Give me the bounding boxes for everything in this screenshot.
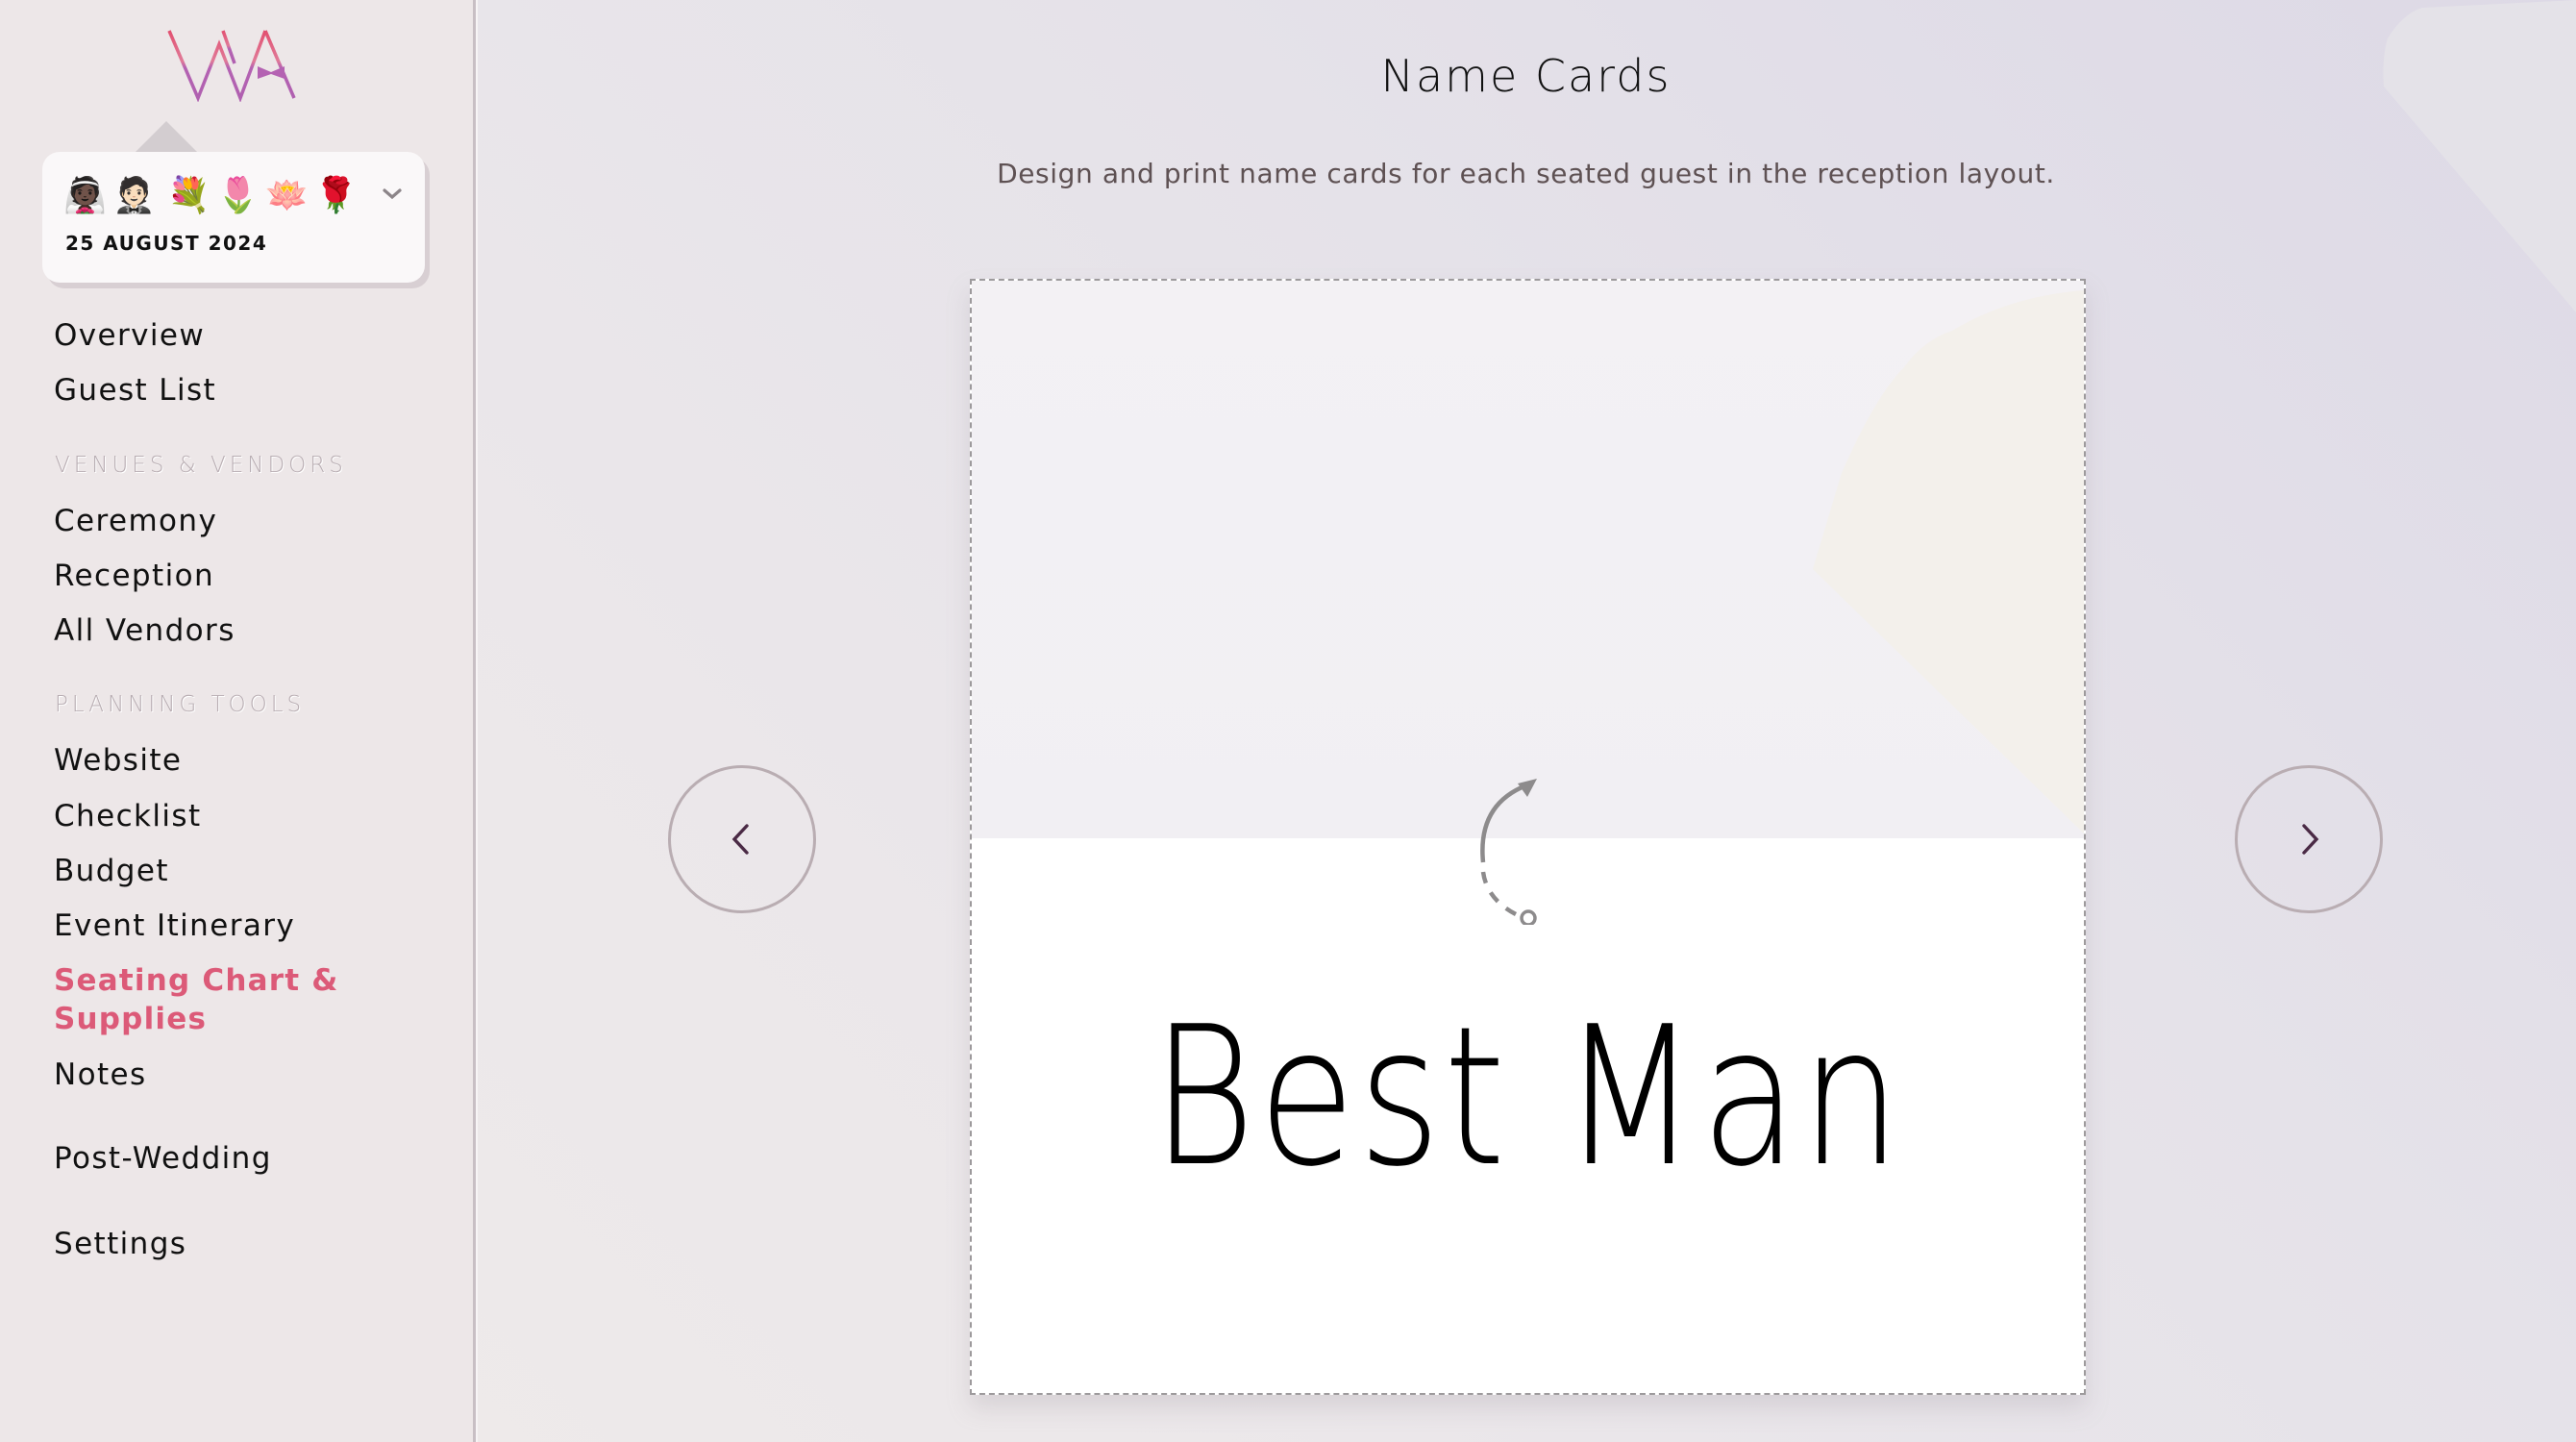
sidebar-section-planning-tools: PLANNING TOOLS [55, 692, 306, 717]
chevron-left-icon [731, 824, 749, 855]
sidebar-item-reception[interactable]: Reception [54, 557, 214, 595]
event-emoji-row: 👰🏿 🤵🏻 💐 🌷 🪷 🌹 [63, 176, 358, 216]
page-title: Name Cards [1380, 50, 1672, 102]
sidebar-item-checklist[interactable]: Checklist [54, 797, 202, 835]
tulip-emoji-icon: 🌷 [216, 176, 260, 215]
sidebar-item-event-itinerary[interactable]: Event Itinerary [54, 907, 295, 945]
flip-card-icon[interactable] [1474, 776, 1545, 925]
sidebar-item-notes[interactable]: Notes [54, 1056, 147, 1094]
sidebar-item-settings[interactable]: Settings [54, 1225, 186, 1263]
next-card-button[interactable] [2235, 765, 2383, 913]
sidebar-item-overview[interactable]: Overview [54, 316, 205, 355]
sidebar-item-guest-list[interactable]: Guest List [54, 371, 216, 410]
sidebar: 👰🏿 🤵🏻 💐 🌷 🪷 🌹 25 AUGUST 2024 Overview Gu… [0, 0, 476, 1442]
name-card-preview[interactable]: Best Man [970, 279, 2086, 1395]
event-selector[interactable]: 👰🏿 🤵🏻 💐 🌷 🪷 🌹 25 AUGUST 2024 [42, 121, 425, 283]
sidebar-item-seating-chart-supplies[interactable]: Seating Chart & Supplies [54, 961, 342, 1038]
card-decorative-shape [1813, 290, 2084, 833]
event-date: 25 AUGUST 2024 [65, 232, 268, 255]
sidebar-item-all-vendors[interactable]: All Vendors [54, 611, 235, 650]
chevron-down-icon[interactable] [381, 183, 404, 206]
bouquet-emoji-icon: 💐 [167, 176, 211, 215]
chevron-right-icon [2302, 824, 2319, 855]
sidebar-item-post-wedding[interactable]: Post-Wedding [54, 1139, 272, 1178]
sidebar-item-ceremony[interactable]: Ceremony [54, 502, 217, 540]
previous-card-button[interactable] [668, 765, 816, 913]
sidebar-item-budget[interactable]: Budget [54, 852, 169, 890]
app-logo[interactable] [165, 25, 304, 102]
bride-emoji-icon: 👰🏿 [63, 176, 107, 215]
event-card-notch [136, 121, 197, 152]
card-guest-name[interactable]: Best Man [1072, 982, 1984, 1213]
page-subtitle: Design and print name cards for each sea… [997, 158, 2055, 189]
groom-emoji-icon: 🤵🏻 [112, 176, 156, 215]
sidebar-section-venues-vendors: VENUES & VENDORS [55, 453, 347, 478]
sidebar-item-website[interactable]: Website [54, 741, 182, 780]
lotus-emoji-icon: 🪷 [265, 176, 309, 215]
rose-emoji-icon: 🌹 [314, 176, 358, 215]
